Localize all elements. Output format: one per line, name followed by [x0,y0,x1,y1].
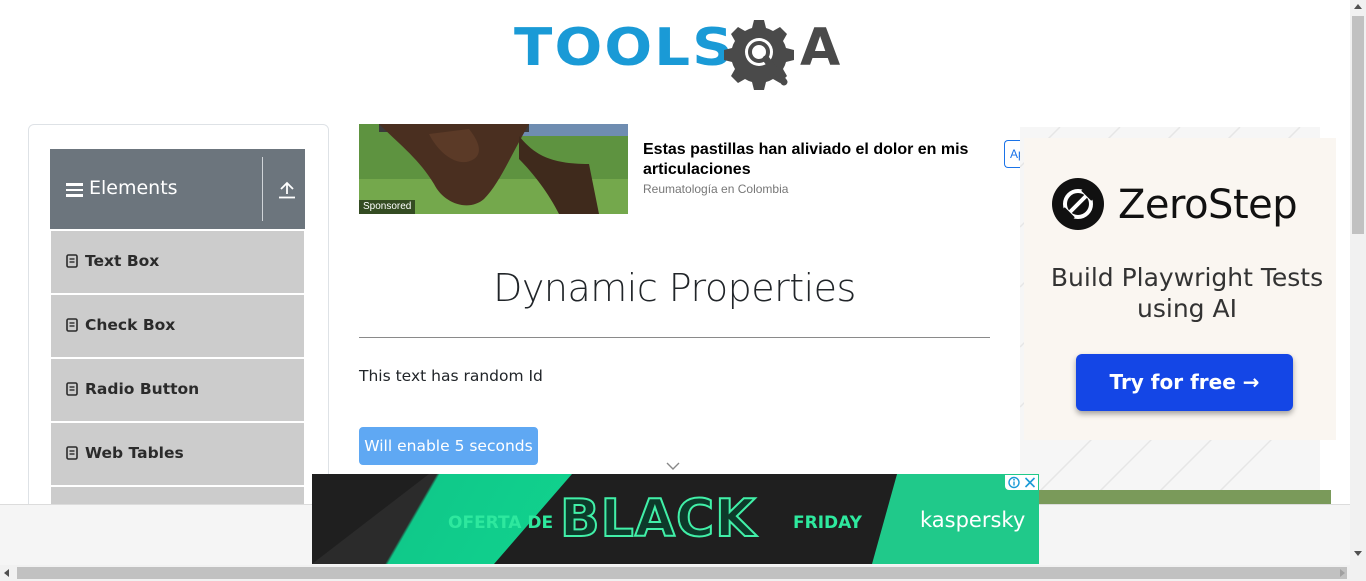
ad-text-friday: FRIDAY [793,513,862,533]
adchoices-icon[interactable] [1005,475,1022,490]
right-ad-lower-image [1020,490,1331,504]
toolsqa-logo[interactable]: TOOLS A [514,14,840,92]
scroll-right-arrow-icon[interactable] [1340,569,1345,577]
zerostep-logo-icon [1052,178,1104,230]
vertical-scroll-thumb[interactable] [1352,16,1364,234]
gear-magnifier-icon [724,20,794,90]
zerostep-brand: ZeroStep [1118,182,1298,228]
sponsored-ad-title[interactable]: Estas pastillas han aliviado el dolor en… [643,140,993,180]
sidebar-item-label: Web Tables [85,444,184,462]
try-for-free-button[interactable]: Try for free → [1076,354,1293,411]
ad-text-oferta: OFERTA DE [448,513,554,533]
sponsored-ad-source[interactable]: Reumatología en Colombia [643,182,788,196]
sidebar-item-label: Text Box [85,252,160,270]
list-icon [66,318,78,332]
title-divider [359,337,990,338]
group-title: Elements [89,177,178,199]
sponsored-label: Sponsored [359,200,416,214]
enable-after-button[interactable]: Will enable 5 seconds [359,427,538,465]
random-id-text: This text has random Id [359,367,543,385]
zerostep-tagline: Build Playwright Tests using AI [1050,263,1324,323]
page-title: Dynamic Properties [493,266,856,310]
scroll-left-arrow-icon[interactable] [4,569,9,577]
group-divider [262,157,263,221]
sidebar-item-next[interactable] [51,487,304,505]
logo-text-tools: TOOLS [514,18,735,78]
list-icon [66,382,78,396]
sidebar-item-label: Radio Button [85,380,200,398]
scroll-down-arrow-icon[interactable] [1354,551,1362,556]
chevron-down-icon[interactable] [666,461,680,471]
kaspersky-ad-banner[interactable]: OFERTA DE BLACK FRIDAY kaspersky [312,474,1039,564]
sidebar-item-web-tables[interactable]: Web Tables [51,423,304,485]
collapse-arrow-icon[interactable] [276,179,298,201]
list-icon [66,446,78,460]
close-ad-icon[interactable] [1022,475,1038,490]
elements-group-header[interactable]: Elements [50,149,305,229]
ad-text-black: BLACK [559,488,757,550]
sidebar-item-text-box[interactable]: Text Box [51,231,304,293]
scroll-up-arrow-icon[interactable] [1354,4,1362,9]
ad-brand-kaspersky: kaspersky [920,508,1026,532]
list-icon [66,254,78,268]
sidebar-item-radio-button[interactable]: Radio Button [51,359,304,421]
sidebar-item-label: Check Box [85,316,176,334]
hamburger-icon [66,183,83,197]
sidebar-item-check-box[interactable]: Check Box [51,295,304,357]
horizontal-scroll-thumb[interactable] [17,567,1347,579]
logo-text-a: A [800,18,841,78]
